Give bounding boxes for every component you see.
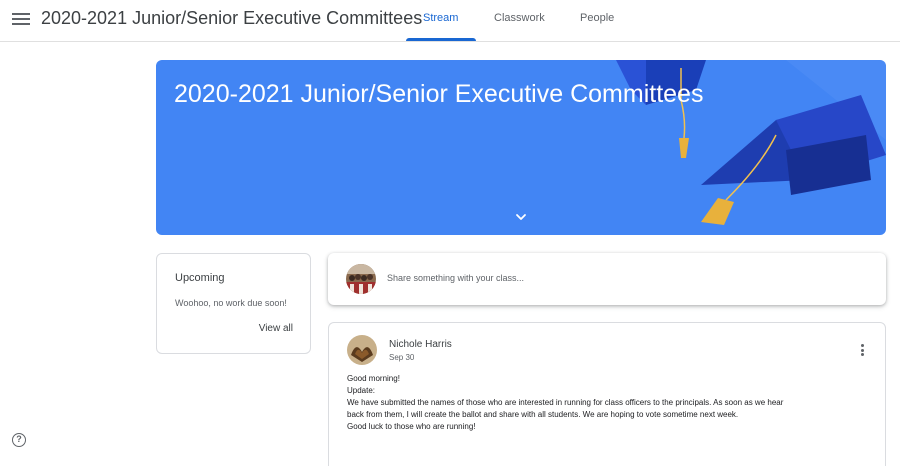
tab-stream[interactable]: Stream xyxy=(423,12,458,24)
active-tab-indicator xyxy=(406,38,476,41)
post-date: Sep 30 xyxy=(389,353,415,362)
hamburger-menu-icon[interactable] xyxy=(12,11,30,29)
post-body: Good morning! Update: We have submitted … xyxy=(347,373,872,433)
view-all-link[interactable]: View all xyxy=(259,323,293,334)
post-line: Update: xyxy=(347,386,376,395)
author-avatar xyxy=(347,335,377,365)
post-line: Good morning! xyxy=(347,374,400,383)
upcoming-card: Upcoming Woohoo, no work due soon! View … xyxy=(156,253,311,354)
post-author[interactable]: Nichole Harris xyxy=(389,339,452,350)
stream-post: Nichole Harris Sep 30 Good morning! Upda… xyxy=(328,322,886,466)
post-line: Good luck to those who are running! xyxy=(347,422,476,431)
help-icon[interactable]: ? xyxy=(12,433,26,447)
post-line: back from them, I will create the ballot… xyxy=(347,410,739,419)
upcoming-title: Upcoming xyxy=(175,272,225,284)
upcoming-empty-message: Woohoo, no work due soon! xyxy=(175,298,287,308)
class-title[interactable]: 2020-2021 Junior/Senior Executive Commit… xyxy=(41,8,422,29)
class-banner: 2020-2021 Junior/Senior Executive Commit… xyxy=(156,60,886,235)
post-line: We have submitted the names of those who… xyxy=(347,398,784,407)
more-vert-icon[interactable] xyxy=(859,344,865,358)
top-app-bar: 2020-2021 Junior/Senior Executive Commit… xyxy=(0,0,900,42)
tab-people[interactable]: People xyxy=(580,12,614,24)
avatar xyxy=(346,264,376,294)
chevron-down-icon[interactable] xyxy=(514,210,528,224)
share-input[interactable]: Share something with your class... xyxy=(387,273,524,283)
tab-classwork[interactable]: Classwork xyxy=(494,12,545,24)
share-box[interactable]: Share something with your class... xyxy=(328,253,886,305)
banner-title: 2020-2021 Junior/Senior Executive Commit… xyxy=(174,80,704,108)
